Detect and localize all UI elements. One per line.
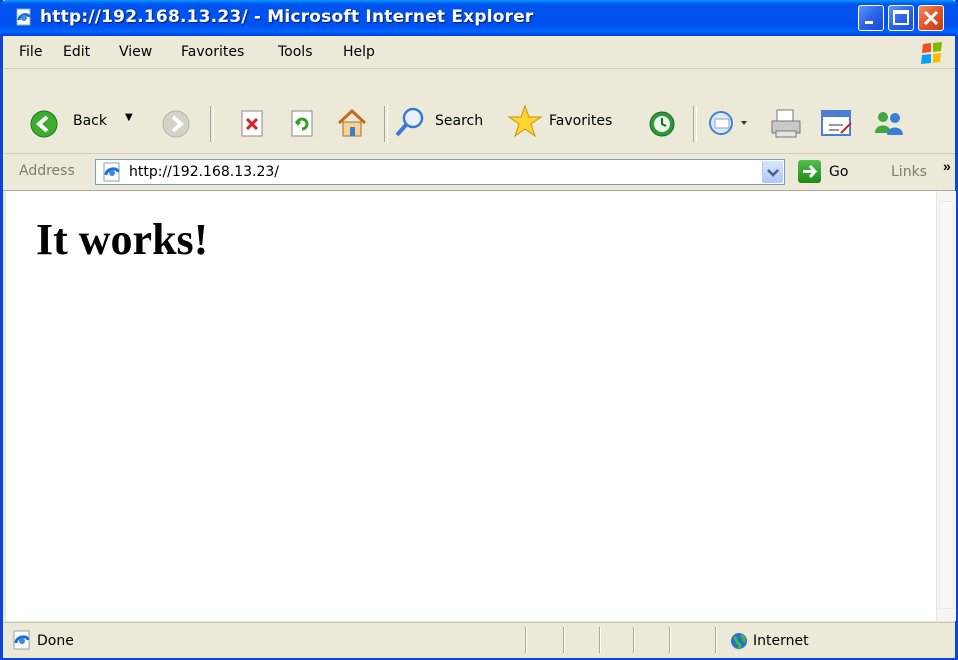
maximize-icon <box>893 10 909 25</box>
address-input[interactable]: http://192.168.13.23/ <box>129 164 279 180</box>
menu-favorites[interactable]: Favorites <box>181 44 244 60</box>
chevron-down-icon <box>767 169 779 177</box>
mail-icon[interactable] <box>707 107 749 139</box>
home-icon[interactable] <box>335 107 369 139</box>
status-divider <box>599 627 601 653</box>
address-dropdown-button[interactable] <box>762 161 783 183</box>
history-icon[interactable] <box>647 109 677 139</box>
messenger-icon[interactable] <box>871 107 907 139</box>
edit-icon[interactable] <box>819 107 855 139</box>
windows-logo-icon <box>915 40 949 66</box>
vertical-scrollbar[interactable] <box>936 191 956 621</box>
search-icon <box>395 107 424 137</box>
page-heading: It works! <box>36 215 209 264</box>
status-divider <box>633 627 635 653</box>
scrollbar-thumb[interactable] <box>939 201 954 609</box>
toolbar-separator <box>384 106 388 142</box>
address-label: Address <box>19 163 75 179</box>
go-label[interactable]: Go <box>829 164 848 180</box>
links-more-icon[interactable]: » <box>943 158 951 174</box>
go-arrow-icon <box>803 164 818 179</box>
menu-bar: File Edit View Favorites Tools Help <box>3 36 955 69</box>
title-bar: http://192.168.13.23/ - Microsoft Intern… <box>0 0 958 36</box>
page-content: It works! <box>6 191 936 621</box>
standard-toolbar: Back ▼ Search Favorites <box>3 69 955 154</box>
search-button[interactable]: Search <box>391 105 495 139</box>
toolbar-separator <box>210 106 214 142</box>
go-button[interactable] <box>798 160 821 183</box>
status-divider <box>715 627 717 653</box>
status-divider <box>525 627 527 653</box>
favorites-button[interactable]: Favorites <box>503 104 631 139</box>
close-button[interactable] <box>918 5 944 31</box>
globe-icon <box>731 633 747 650</box>
back-dropdown-icon[interactable]: ▼ <box>125 112 133 123</box>
window-title: http://192.168.13.23/ - Microsoft Intern… <box>40 7 534 27</box>
refresh-icon[interactable] <box>289 109 315 139</box>
favorites-label: Favorites <box>549 113 613 129</box>
address-bar: Address http://192.168.13.23/ Go Links » <box>3 154 955 191</box>
status-divider <box>669 627 671 653</box>
back-label: Back <box>73 113 107 129</box>
menu-view[interactable]: View <box>119 44 152 60</box>
status-bar: Done Internet <box>3 622 955 658</box>
forward-arrow-icon[interactable] <box>161 109 191 139</box>
stop-icon[interactable] <box>239 109 265 139</box>
search-label: Search <box>435 113 484 129</box>
maximize-button[interactable] <box>888 5 914 31</box>
ie-page-icon <box>16 8 31 26</box>
toolbar-separator <box>693 106 697 142</box>
menu-help[interactable]: Help <box>343 44 375 60</box>
back-arrow-icon <box>30 110 58 138</box>
menu-file[interactable]: File <box>19 44 42 60</box>
star-icon <box>507 104 543 138</box>
back-button[interactable]: Back ▼ <box>17 105 147 139</box>
browser-window: http://192.168.13.23/ - Microsoft Intern… <box>0 0 958 660</box>
status-divider <box>563 627 565 653</box>
ie-page-icon <box>103 162 120 182</box>
menu-edit[interactable]: Edit <box>63 44 90 60</box>
address-field[interactable]: http://192.168.13.23/ <box>95 159 785 185</box>
ie-page-icon <box>13 630 30 650</box>
menu-tools[interactable]: Tools <box>278 44 313 60</box>
minimize-button[interactable] <box>858 5 884 31</box>
minimize-icon <box>865 21 873 24</box>
security-zone: Internet <box>753 633 809 649</box>
print-icon[interactable] <box>769 107 803 139</box>
status-text: Done <box>37 633 74 649</box>
links-label[interactable]: Links <box>891 164 927 180</box>
close-icon <box>923 10 939 26</box>
